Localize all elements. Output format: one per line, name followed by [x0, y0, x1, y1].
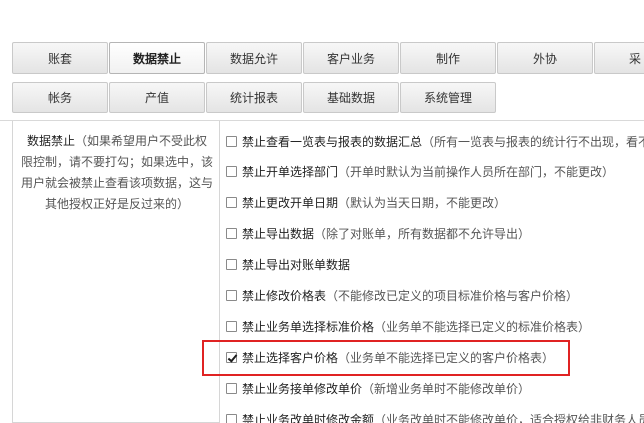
option-desc: （业务改单时不能修改单价，适合授权给非财务人员 — [374, 412, 644, 423]
option-desc: （新增业务单时不能修改单价） — [362, 381, 531, 396]
option-label: 禁止业务单选择标准价格 — [242, 319, 375, 334]
tab-account-set[interactable]: 账套 — [12, 42, 108, 74]
tab-purchase[interactable]: 采 — [594, 42, 644, 74]
option-label: 禁止导出数据 — [242, 226, 315, 241]
option-row[interactable]: 禁止导出对账单数据 — [226, 254, 350, 274]
option-row[interactable]: 禁止查看一览表与报表的数据汇总 （所有一览表与报表的统计行不出现，看不 — [226, 131, 644, 151]
option-row[interactable]: 禁止业务单选择标准价格 （业务单不能选择已定义的标准价格表） — [226, 316, 590, 336]
option-desc: （业务单不能选择已定义的客户价格表） — [338, 350, 555, 365]
option-desc: （开单时默认为当前操作人员所在部门，不能更改） — [338, 164, 615, 179]
option-desc: （不能修改已定义的项目标准价格与客户价格） — [326, 288, 579, 303]
option-desc: （默认为当天日期，不能更改） — [338, 195, 507, 210]
option-label: 禁止查看一览表与报表的数据汇总 — [242, 134, 423, 149]
section-description-panel: 数据禁止（如果希望用户不受此权限控制，请不要打勾；如果选中，该用户就会被禁止查看… — [12, 121, 220, 423]
tab-output-value[interactable]: 产值 — [109, 82, 205, 113]
option-label: 禁止业务接单修改单价 — [242, 381, 363, 396]
option-label: 禁止导出对账单数据 — [242, 257, 351, 272]
option-row[interactable]: 禁止业务改单时修改金额 （业务改单时不能修改单价，适合授权给非财务人员 — [226, 409, 644, 423]
option-row[interactable]: 禁止修改价格表 （不能修改已定义的项目标准价格与客户价格） — [226, 285, 578, 305]
option-checkbox-checked[interactable] — [226, 351, 237, 363]
option-row[interactable]: 禁止业务接单修改单价 （新增业务单时不能修改单价） — [226, 378, 530, 398]
tab-data-allow[interactable]: 数据允许 — [206, 42, 302, 74]
option-checkbox[interactable] — [226, 258, 237, 270]
tab-outsourcing[interactable]: 外协 — [497, 42, 593, 74]
tab-data-prohibit[interactable]: 数据禁止 — [109, 42, 205, 74]
tab-production[interactable]: 制作 — [400, 42, 496, 74]
tab-accounts[interactable]: 帐务 — [12, 82, 108, 113]
tab-basic-data[interactable]: 基础数据 — [303, 82, 399, 113]
tab-customer-business[interactable]: 客户业务 — [303, 42, 399, 74]
option-checkbox[interactable] — [226, 227, 237, 239]
options-panel: 禁止查看一览表与报表的数据汇总 （所有一览表与报表的统计行不出现，看不 禁止开单选… — [220, 121, 644, 423]
tab-statistics-report[interactable]: 统计报表 — [206, 82, 302, 113]
option-label: 禁止业务改单时修改金额 — [242, 412, 375, 423]
option-checkbox[interactable] — [226, 289, 237, 301]
option-row[interactable]: 禁止选择客户价格 （业务单不能选择已定义的客户价格表） — [226, 347, 554, 367]
option-desc: （除了对账单，所有数据都不允许导出） — [314, 226, 531, 241]
option-checkbox[interactable] — [226, 320, 237, 332]
tab-system-management[interactable]: 系统管理 — [400, 82, 496, 113]
option-row[interactable]: 禁止导出数据 （除了对账单，所有数据都不允许导出） — [226, 223, 530, 243]
option-row[interactable]: 禁止开单选择部门 （开单时默认为当前操作人员所在部门，不能更改） — [226, 161, 614, 181]
option-desc: （所有一览表与报表的统计行不出现，看不 — [422, 134, 644, 149]
option-label: 禁止选择客户价格 — [242, 350, 339, 365]
option-label: 禁止开单选择部门 — [242, 164, 339, 179]
option-checkbox[interactable] — [226, 196, 237, 208]
section-title: 数据禁止 — [26, 134, 75, 148]
option-label: 禁止更改开单日期 — [242, 195, 339, 210]
option-checkbox[interactable] — [226, 135, 237, 147]
option-checkbox[interactable] — [226, 413, 237, 423]
option-label: 禁止修改价格表 — [242, 288, 327, 303]
option-row[interactable]: 禁止更改开单日期 （默认为当天日期，不能更改） — [226, 192, 506, 212]
option-desc: （业务单不能选择已定义的标准价格表） — [374, 319, 591, 334]
option-checkbox[interactable] — [226, 382, 237, 394]
option-checkbox[interactable] — [226, 165, 237, 177]
